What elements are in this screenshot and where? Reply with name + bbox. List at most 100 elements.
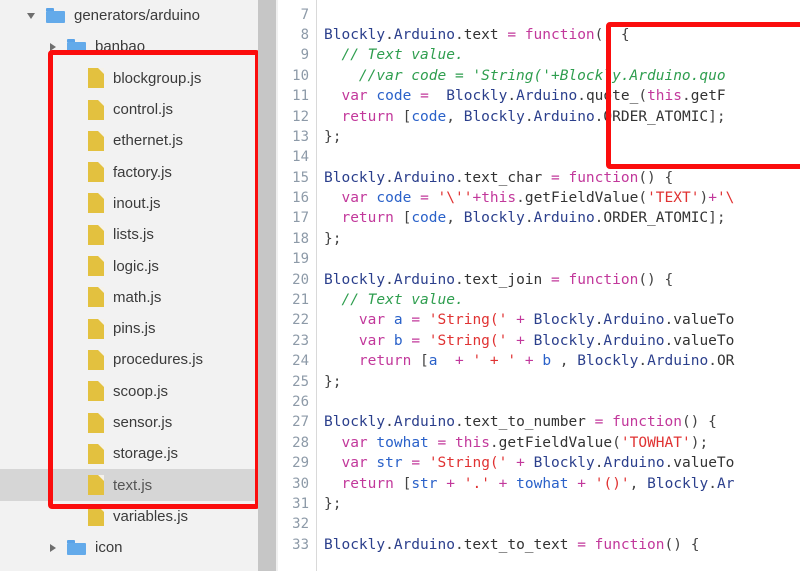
line-number: 26: [292, 394, 309, 410]
js-file-icon: [88, 256, 104, 277]
tree-item-label: scoop.js: [113, 382, 169, 400]
code-line[interactable]: 20 Blockly.Arduino.text_join = function()…: [280, 269, 800, 289]
token-punc: .: [454, 271, 464, 288]
tree-item-js[interactable]: js: [0, 563, 258, 571]
tree-item-inout-js[interactable]: inout.js: [0, 188, 258, 219]
code-line[interactable]: 32: [280, 514, 800, 534]
tree-item-factory-js[interactable]: factory.js: [0, 156, 258, 187]
token-obj: Arduino: [603, 312, 665, 329]
code-line-text: var b = 'String(' + Blockly.Arduino.valu…: [316, 333, 800, 349]
code-line[interactable]: 28 var towhat = this.getFieldValue('TOWH…: [280, 433, 800, 453]
token-prop: text_join: [463, 271, 543, 288]
code-content[interactable]: 678Blockly.Arduino.text = function() {9 …: [280, 0, 800, 555]
js-file-icon: [88, 130, 104, 151]
tree-item-icon[interactable]: icon: [0, 532, 258, 563]
code-line[interactable]: 22 var a = 'String(' + Blockly.Arduino.v…: [280, 310, 800, 330]
token-punc: (: [638, 190, 648, 207]
tree-item-banbao[interactable]: banbao: [0, 31, 258, 62]
tree-item-ethernet-js[interactable]: ethernet.js: [0, 125, 258, 156]
tree-item-logic-js[interactable]: logic.js: [0, 250, 258, 281]
code-line-text: var towhat = this.getFieldValue('TOWHAT'…: [316, 435, 800, 451]
code-line[interactable]: 15 Blockly.Arduino.text_char = function()…: [280, 168, 800, 188]
tree-item-label: math.js: [113, 288, 162, 306]
token-cmt: // Text value.: [341, 292, 464, 309]
token-obj: Blockly: [324, 414, 386, 431]
token-str: 'String(': [428, 455, 508, 472]
token-str: '\'': [437, 190, 473, 207]
code-line-text: // Text value.: [316, 47, 800, 63]
sidebar-scrollbar[interactable]: [258, 0, 278, 571]
tree-item-label: pins.js: [113, 320, 156, 338]
token-punc: .: [385, 414, 394, 431]
code-line[interactable]: 17 return [code, Blockly.Arduino.ORDER_A…: [280, 208, 800, 228]
tree-item-procedures-js[interactable]: procedures.js: [0, 344, 258, 375]
tree-item-text-js[interactable]: text.js: [0, 469, 258, 501]
token-punc: .: [454, 414, 464, 431]
file-tree[interactable]: generators/arduino banbao blockgroup.js con…: [0, 0, 258, 571]
token-kw: function: [568, 271, 639, 288]
token-ret: return: [341, 475, 394, 492]
code-line[interactable]: 19: [280, 249, 800, 269]
tree-item-variables-js[interactable]: variables.js: [0, 501, 258, 532]
code-line[interactable]: 21 // Text value.: [280, 290, 800, 310]
token-prop: text: [463, 26, 499, 43]
chevron-right-icon[interactable]: [47, 541, 61, 555]
code-editor-panel[interactable]: 678Blockly.Arduino.text = function() {9 …: [280, 0, 800, 571]
tree-item-storage-js[interactable]: storage.js: [0, 438, 258, 469]
code-line[interactable]: 30 return [str + '.' + towhat + '()', Bl…: [280, 473, 800, 493]
code-line[interactable]: 12 return [code, Blockly.Arduino.ORDER_A…: [280, 106, 800, 126]
code-line[interactable]: 11 var code = Blockly.Arduino.quote_(thi…: [280, 86, 800, 106]
tree-item-lists-js[interactable]: lists.js: [0, 219, 258, 250]
tree-item-label: logic.js: [113, 257, 159, 275]
tree-item-sensor-js[interactable]: sensor.js: [0, 407, 258, 438]
code-line[interactable]: 13};: [280, 127, 800, 147]
token-punc: );: [690, 434, 709, 451]
token-obj: Blockly: [324, 26, 386, 43]
line-number: 30: [292, 475, 309, 492]
token-str: '()': [594, 475, 630, 492]
token-punc: };: [324, 230, 342, 247]
code-line[interactable]: 10 //var code = 'String('+Blockly.Arduin…: [280, 66, 800, 86]
tree-item-blockgroup-js[interactable]: blockgroup.js: [0, 63, 258, 94]
tree-item-pins-js[interactable]: pins.js: [0, 313, 258, 344]
code-line[interactable]: 7: [280, 4, 800, 24]
file-explorer-panel[interactable]: generators/arduino banbao blockgroup.js con…: [0, 0, 258, 571]
code-line[interactable]: 16 var code = '\''+this.getFieldValue('T…: [280, 188, 800, 208]
code-line[interactable]: 24 return [a + ' + ' + b , Blockly.Ardui…: [280, 351, 800, 371]
code-line[interactable]: 18};: [280, 229, 800, 249]
code-line-text: };: [316, 129, 800, 145]
token-obj: Ar: [716, 475, 735, 492]
code-line[interactable]: 27 Blockly.Arduino.text_to_number = funct…: [280, 412, 800, 432]
code-line[interactable]: 33 Blockly.Arduino.text_to_text = functio…: [280, 535, 800, 555]
tree-item-math-js[interactable]: math.js: [0, 282, 258, 313]
code-line[interactable]: 14: [280, 147, 800, 167]
code-line[interactable]: 25};: [280, 371, 800, 391]
chevron-right-icon[interactable]: [47, 40, 61, 54]
line-number: 27: [292, 414, 309, 431]
js-file-icon: [88, 443, 104, 464]
tree-item-generators-arduino[interactable]: generators/arduino: [0, 0, 258, 31]
code-line[interactable]: 29 var str = 'String(' + Blockly.Arduino…: [280, 453, 800, 473]
code-line[interactable]: 23 var b = 'String(' + Blockly.Arduino.v…: [280, 331, 800, 351]
line-number: 9: [300, 47, 309, 64]
token-obj: Arduino: [533, 108, 595, 125]
tree-item-scoop-js[interactable]: scoop.js: [0, 376, 258, 407]
tree-item-control-js[interactable]: control.js: [0, 94, 258, 125]
chevron-down-icon[interactable]: [26, 9, 40, 23]
code-line[interactable]: 31};: [280, 494, 800, 514]
code-line[interactable]: 8 Blockly.Arduino.text = function() {: [280, 25, 800, 45]
token-punc: .: [708, 353, 717, 370]
code-line[interactable]: 9 // Text value.: [280, 45, 800, 65]
code-line[interactable]: 26: [280, 392, 800, 412]
